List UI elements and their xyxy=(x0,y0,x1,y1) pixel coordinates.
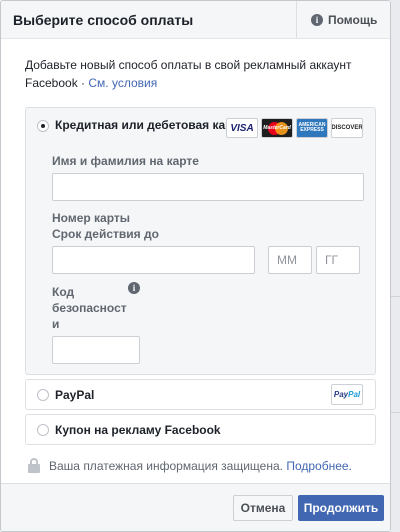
dialog-footer: Отмена Продолжить xyxy=(1,483,390,531)
security-text: Ваша платежная информация защищена. xyxy=(49,459,283,473)
help-icon: i xyxy=(311,13,323,26)
security-code-input[interactable] xyxy=(52,336,140,364)
paypal-logo: Pay Pal xyxy=(331,384,363,405)
paypal-label: PayPal xyxy=(55,388,95,402)
paypal-option[interactable]: PayPal Pay Pal xyxy=(25,379,376,410)
visa-logo: VISA xyxy=(226,118,258,138)
paypal-radio[interactable] xyxy=(37,389,49,401)
payment-method-dialog: Выберите способ оплаты i Помощь Добавьте… xyxy=(0,0,391,532)
expiry-label: Срок действия до xyxy=(52,227,159,241)
card-number-input[interactable] xyxy=(52,246,255,274)
help-label: Помощь xyxy=(328,12,378,27)
discover-logo: DISCOVER xyxy=(331,118,363,138)
card-radio[interactable] xyxy=(37,120,49,132)
info-icon[interactable]: i xyxy=(128,282,140,294)
coupon-label: Купон на рекламу Facebook xyxy=(55,423,221,437)
learn-more-link[interactable]: Подробнее. xyxy=(286,459,352,473)
cvv-label-line3: и xyxy=(52,317,60,331)
cancel-button[interactable]: Отмена xyxy=(233,495,293,521)
cvv-label-line2: безопасност xyxy=(52,301,127,315)
coupon-option[interactable]: Купон на рекламу Facebook xyxy=(25,414,376,445)
background-strip xyxy=(391,0,400,532)
dialog-title: Выберите способ оплаты xyxy=(13,12,194,28)
lock-icon xyxy=(28,458,40,474)
card-number-label: Номер карты xyxy=(52,211,131,225)
card-payment-option: Кредитная или дебетовая карта VISA Maste… xyxy=(25,107,376,375)
expiry-month-input[interactable]: ММ xyxy=(268,246,312,274)
expiry-year-input[interactable]: ГГ xyxy=(316,246,360,274)
background-divider xyxy=(391,296,400,297)
continue-button[interactable]: Продолжить xyxy=(298,495,384,521)
intro-message: Добавьте новый способ оплаты в свой рекл… xyxy=(25,58,352,90)
background-divider xyxy=(391,412,400,413)
card-logos: VISA MasterCard AMERICAN EXPRESS DISCOVE… xyxy=(226,118,363,138)
terms-link[interactable]: См. условия xyxy=(88,76,157,90)
intro-text: Добавьте новый способ оплаты в свой рекл… xyxy=(25,56,375,92)
security-notice: Ваша платежная информация защищена. Подр… xyxy=(28,458,352,474)
cardholder-name-input[interactable] xyxy=(52,173,364,201)
cardholder-name-label: Имя и фамилия на карте xyxy=(52,154,199,168)
help-button[interactable]: i Помощь xyxy=(296,1,390,38)
cvv-label-line1: Код xyxy=(52,285,75,299)
dialog-header: Выберите способ оплаты i Помощь xyxy=(1,1,390,39)
amex-logo: AMERICAN EXPRESS xyxy=(296,118,328,138)
mastercard-logo: MasterCard xyxy=(261,118,293,138)
coupon-radio[interactable] xyxy=(37,424,49,436)
card-option-label[interactable]: Кредитная или дебетовая карта xyxy=(55,118,245,132)
